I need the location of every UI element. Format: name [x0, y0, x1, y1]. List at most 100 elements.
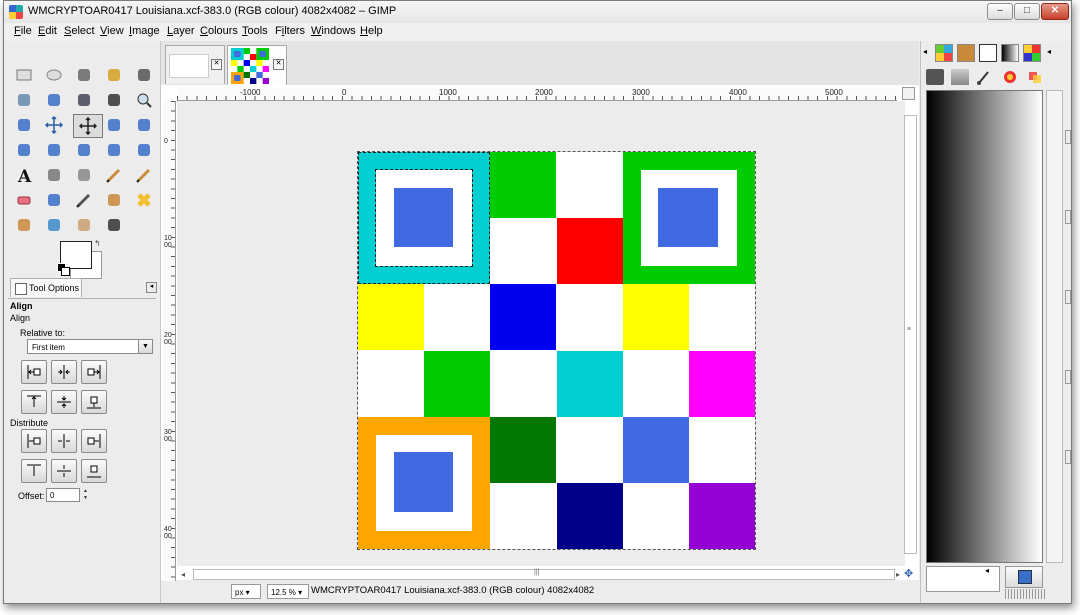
shear-tool[interactable]: [43, 139, 65, 161]
horizontal-scrollbar[interactable]: |||: [193, 569, 895, 580]
align-tool[interactable]: [73, 114, 103, 138]
offset-input[interactable]: 0: [46, 488, 80, 502]
image-tab-blank[interactable]: ✕: [165, 45, 225, 84]
relative-to-dropdown[interactable]: First item ▼: [27, 339, 153, 354]
dodge-burn-tool[interactable]: [103, 214, 125, 236]
close-icon[interactable]: ✕: [273, 59, 284, 70]
undo-history-icon[interactable]: [1026, 69, 1044, 85]
align-right-button[interactable]: [81, 360, 107, 384]
rect-select-tool[interactable]: [13, 64, 35, 86]
device-status-icon[interactable]: [951, 69, 969, 85]
tool-preset-icon[interactable]: [926, 69, 944, 85]
tab-tool-options[interactable]: Tool Options: [10, 278, 82, 297]
align-middle-icon: [57, 396, 71, 408]
heal-tool[interactable]: [133, 189, 155, 211]
palettes-tab-icon[interactable]: [1023, 44, 1041, 62]
quick-mask-icon[interactable]: ◂: [181, 570, 185, 579]
distribute-right-button[interactable]: [81, 429, 107, 453]
menu-tools[interactable]: Tools: [242, 25, 268, 37]
horizontal-ruler[interactable]: -1000 0 1000 2000 3000 4000 5000: [177, 88, 897, 101]
zoom-select[interactable]: 12.5 % ▾: [267, 584, 309, 599]
color-select-tool[interactable]: [133, 64, 155, 86]
color-picker-tool[interactable]: [103, 89, 125, 111]
minimize-button[interactable]: –: [987, 3, 1013, 20]
navigate-icon[interactable]: ✥: [904, 569, 915, 580]
rotate-tool[interactable]: [133, 114, 155, 136]
menu-help[interactable]: Help: [360, 25, 383, 37]
scroll-right-icon[interactable]: ▸: [896, 570, 900, 579]
image-tab-qr[interactable]: ✕: [227, 45, 287, 86]
perspective-tool[interactable]: [73, 139, 95, 161]
blur-tool[interactable]: [43, 214, 65, 236]
close-icon[interactable]: ✕: [211, 59, 222, 70]
crop-tool[interactable]: [103, 114, 125, 136]
free-select-tool[interactable]: [73, 64, 95, 86]
image-canvas[interactable]: [177, 101, 905, 566]
flip-tool[interactable]: [103, 139, 125, 161]
tab-menu-icon[interactable]: ◂: [146, 282, 157, 293]
menu-windows[interactable]: Windows: [311, 25, 356, 37]
scissors-select-tool[interactable]: [13, 89, 35, 111]
edit-gradient-button[interactable]: [1005, 566, 1043, 588]
ink-tool[interactable]: [73, 189, 95, 211]
vertical-ruler[interactable]: 0 1000 2000 3000 4000: [163, 101, 176, 581]
align-bottom-button[interactable]: [81, 390, 107, 414]
dock-scrollbar[interactable]: [1046, 90, 1063, 563]
menu-bar: File Edit Select View Image Layer Colour…: [4, 23, 1071, 41]
menu-edit[interactable]: Edit: [38, 25, 57, 37]
dock-scroll-left-icon[interactable]: ◂: [923, 47, 927, 56]
vertical-scrollbar[interactable]: ≡: [904, 115, 917, 554]
menu-colours[interactable]: Colours: [200, 25, 238, 37]
align-top-button[interactable]: [21, 390, 47, 414]
cage-tool[interactable]: [133, 139, 155, 161]
dock-menu-icon[interactable]: ◂: [1047, 47, 1051, 56]
distribute-middle-button[interactable]: [51, 459, 77, 483]
zoom-tool[interactable]: [133, 89, 155, 111]
blend-tool[interactable]: [73, 164, 95, 186]
menu-image[interactable]: Image: [129, 25, 160, 37]
distribute-bottom-button[interactable]: [81, 459, 107, 483]
eraser-tool[interactable]: [13, 189, 35, 211]
move-tool[interactable]: [43, 114, 65, 136]
menu-select[interactable]: Select: [64, 25, 95, 37]
align-left-button[interactable]: [21, 360, 47, 384]
close-button[interactable]: ✕: [1041, 3, 1069, 20]
pencil-tool[interactable]: [103, 164, 125, 186]
paintbrush-tool[interactable]: [133, 164, 155, 186]
foreground-select-tool[interactable]: [43, 89, 65, 111]
align-center-button[interactable]: [51, 360, 77, 384]
scale-tool[interactable]: [13, 139, 35, 161]
measure-tool[interactable]: [13, 114, 35, 136]
fonts-tab-icon[interactable]: [979, 44, 997, 62]
color-wheel-icon[interactable]: [1001, 69, 1019, 85]
distribute-top-button[interactable]: [21, 459, 47, 483]
distribute-center-button[interactable]: [51, 429, 77, 453]
menu-view[interactable]: View: [100, 25, 124, 37]
perspective-clone-tool[interactable]: [13, 214, 35, 236]
ellipse-select-tool[interactable]: [43, 64, 65, 86]
fuzzy-select-tool[interactable]: [103, 64, 125, 86]
menu-file[interactable]: File: [14, 25, 32, 37]
paths-tool[interactable]: [73, 89, 95, 111]
bucket-fill-tool[interactable]: [43, 164, 65, 186]
smudge-tool[interactable]: [73, 214, 95, 236]
swap-colors-icon[interactable]: ↰: [94, 239, 101, 248]
unit-select[interactable]: px ▾: [231, 584, 261, 599]
patterns-tab-icon[interactable]: [935, 44, 953, 62]
airbrush-tool[interactable]: [43, 189, 65, 211]
text-tool[interactable]: A: [13, 164, 35, 186]
brushes-tab-icon[interactable]: [957, 44, 975, 62]
dock-field-menu-icon[interactable]: ◂: [985, 566, 989, 575]
zoom-to-fit-icon[interactable]: [902, 87, 915, 100]
maximize-button[interactable]: □: [1014, 3, 1040, 20]
menu-filters[interactable]: Filters: [275, 25, 305, 37]
clone-tool[interactable]: [103, 189, 125, 211]
gradients-tab-icon[interactable]: [1001, 44, 1019, 62]
gradient-preview[interactable]: [926, 90, 1043, 563]
distribute-left-button[interactable]: [21, 429, 47, 453]
ink-icon: [76, 193, 91, 208]
offset-spinner[interactable]: ▲ ▼: [82, 488, 89, 502]
menu-layer[interactable]: Layer: [167, 25, 195, 37]
paintbrush-icon[interactable]: [976, 69, 994, 85]
align-middle-button[interactable]: [51, 390, 77, 414]
